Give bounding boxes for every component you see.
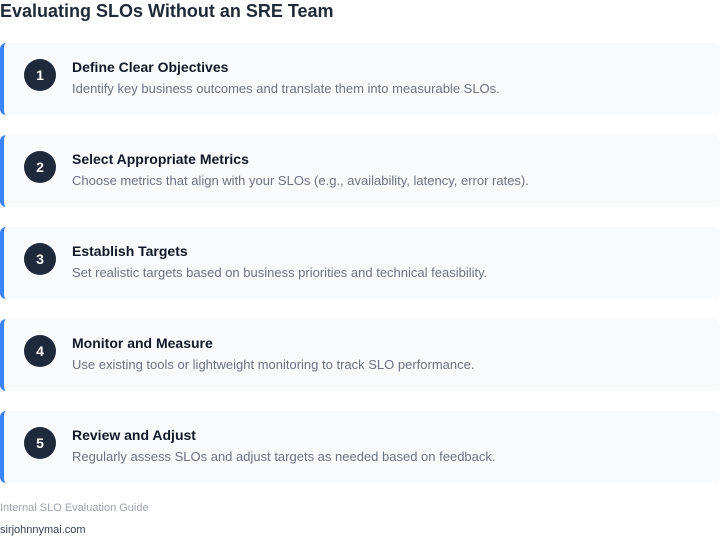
footer-site-link[interactable]: sirjohnnymai.com	[0, 524, 86, 537]
step-card-4: 4 Monitor and Measure Use existing tools…	[0, 319, 720, 391]
step-number-badge: 3	[24, 243, 56, 275]
step-number-badge: 2	[24, 151, 56, 183]
step-card-2: 2 Select Appropriate Metrics Choose metr…	[0, 135, 720, 207]
step-description: Regularly assess SLOs and adjust targets…	[72, 449, 496, 464]
step-title: Establish Targets	[72, 243, 188, 259]
step-description: Set realistic targets based on business …	[72, 265, 488, 280]
step-description: Identify key business outcomes and trans…	[72, 81, 500, 96]
step-title: Define Clear Objectives	[72, 59, 229, 75]
step-card-3: 3 Establish Targets Set realistic target…	[0, 227, 720, 299]
step-card-1: 1 Define Clear Objectives Identify key b…	[0, 43, 720, 115]
step-description: Choose metrics that align with your SLOs…	[72, 173, 529, 188]
footer-note: Internal SLO Evaluation Guide	[0, 502, 149, 514]
step-title: Review and Adjust	[72, 427, 196, 443]
page-title: Evaluating SLOs Without an SRE Team	[0, 1, 334, 21]
step-number-badge: 5	[24, 427, 56, 459]
step-description: Use existing tools or lightweight monito…	[72, 357, 475, 372]
step-title: Monitor and Measure	[72, 335, 213, 351]
step-card-5: 5 Review and Adjust Regularly assess SLO…	[0, 411, 720, 483]
steps-list: 1 Define Clear Objectives Identify key b…	[0, 43, 720, 503]
step-number-badge: 4	[24, 335, 56, 367]
step-number-badge: 1	[24, 59, 56, 91]
step-title: Select Appropriate Metrics	[72, 151, 249, 167]
